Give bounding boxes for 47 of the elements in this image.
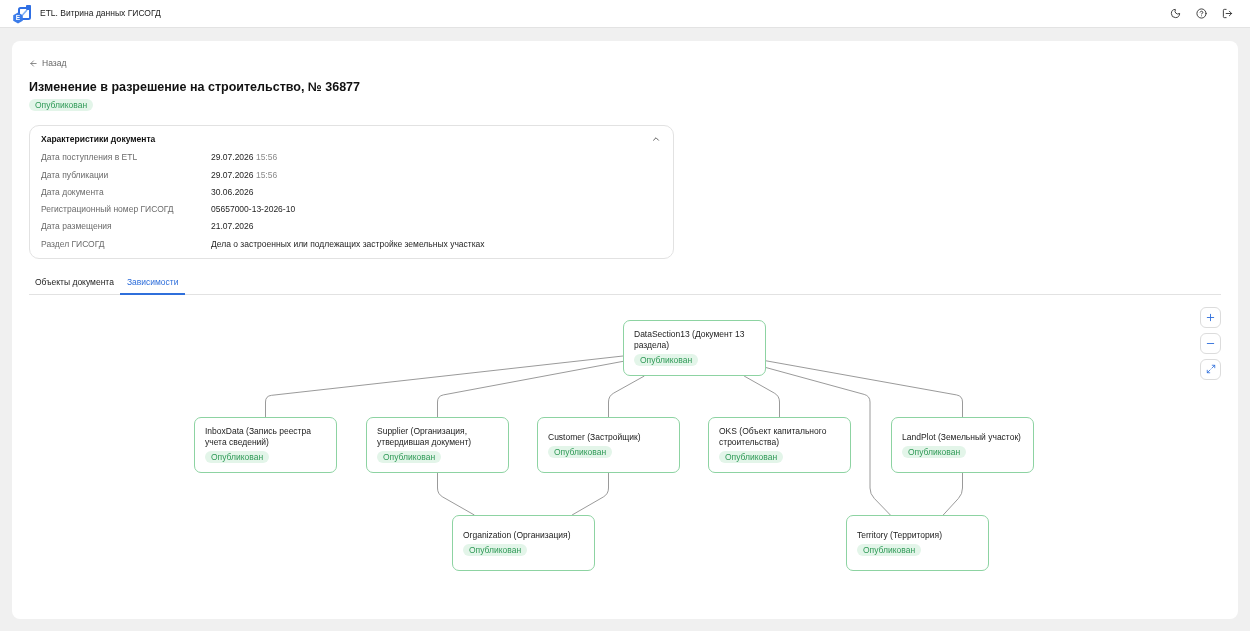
property-label: Регистрационный номер ГИСОГД — [41, 203, 175, 216]
page-title: Изменение в разрешение на строительство, № 36877 — [29, 79, 362, 96]
property-label: Раздел ГИСОГД — [41, 237, 106, 251]
arrow-left-icon — [29, 58, 38, 68]
status-badge: Опубликован — [205, 451, 270, 464]
node-title: DataSection13 (Документ 13 раздела) — [634, 329, 746, 352]
property-value: 21.07.2026 — [211, 220, 254, 234]
section-title: Характеристики документа — [41, 132, 156, 146]
status-badge: Опубликован — [857, 543, 922, 556]
node-title: Customer (Застройщик) — [548, 431, 642, 443]
status-badge: Опубликован — [902, 445, 967, 458]
status-badge: Опубликован — [463, 543, 528, 556]
property-value: 29.07.2026 15:56 — [211, 151, 278, 164]
app-title: ETL. Витрина данных ГИСОГД — [40, 7, 161, 20]
zoom-in-button[interactable] — [1200, 306, 1221, 328]
status-badge: Опубликован — [29, 99, 94, 111]
tab[interactable]: Объекты документа — [29, 272, 120, 295]
property-label: Дата публикации — [41, 168, 110, 182]
property-value: 05657000-13-2026-10 — [211, 203, 296, 216]
node-title: OKS (Объект капитального строительства) — [719, 426, 828, 449]
fit-view-button[interactable] — [1200, 358, 1221, 380]
expand-icon — [1205, 364, 1216, 375]
property-value: 30.06.2026 — [211, 185, 254, 199]
moon-icon[interactable] — [1170, 8, 1181, 19]
status-badge: Опубликован — [719, 451, 784, 464]
status-badge: Опубликован — [634, 354, 699, 367]
property-label: Дата размещения — [41, 220, 113, 234]
chevron-up-icon[interactable] — [651, 134, 661, 144]
property-label: Дата поступления в ETL — [41, 151, 139, 164]
property-label: Дата документа — [41, 185, 105, 199]
logout-icon[interactable] — [1222, 8, 1233, 19]
connector-line — [437, 472, 475, 516]
connector-line — [942, 472, 963, 516]
status-badge: Опубликован — [548, 445, 613, 458]
back-link[interactable]: Назад — [29, 56, 67, 70]
tab[interactable]: Зависимости — [119, 272, 186, 295]
node-title: Organization (Организация) — [463, 529, 572, 541]
node-title: LandPlot (Земельный участок) — [902, 431, 1022, 443]
status-badge: Опубликован — [377, 451, 442, 464]
property-value: 29.07.2026 15:56 — [211, 168, 278, 182]
help-icon[interactable] — [1196, 8, 1207, 19]
property-value: Дела о застроенных или подлежащих застройке земельных участках — [211, 237, 485, 251]
node-title: InboxData (Запись реестра учета сведений) — [205, 426, 312, 449]
node-title: Supplier (Организация, утвердившая документ) — [377, 426, 473, 449]
node-title: Territory (Территория) — [857, 529, 943, 541]
plus-icon — [1205, 311, 1216, 323]
connector-line — [571, 472, 609, 516]
